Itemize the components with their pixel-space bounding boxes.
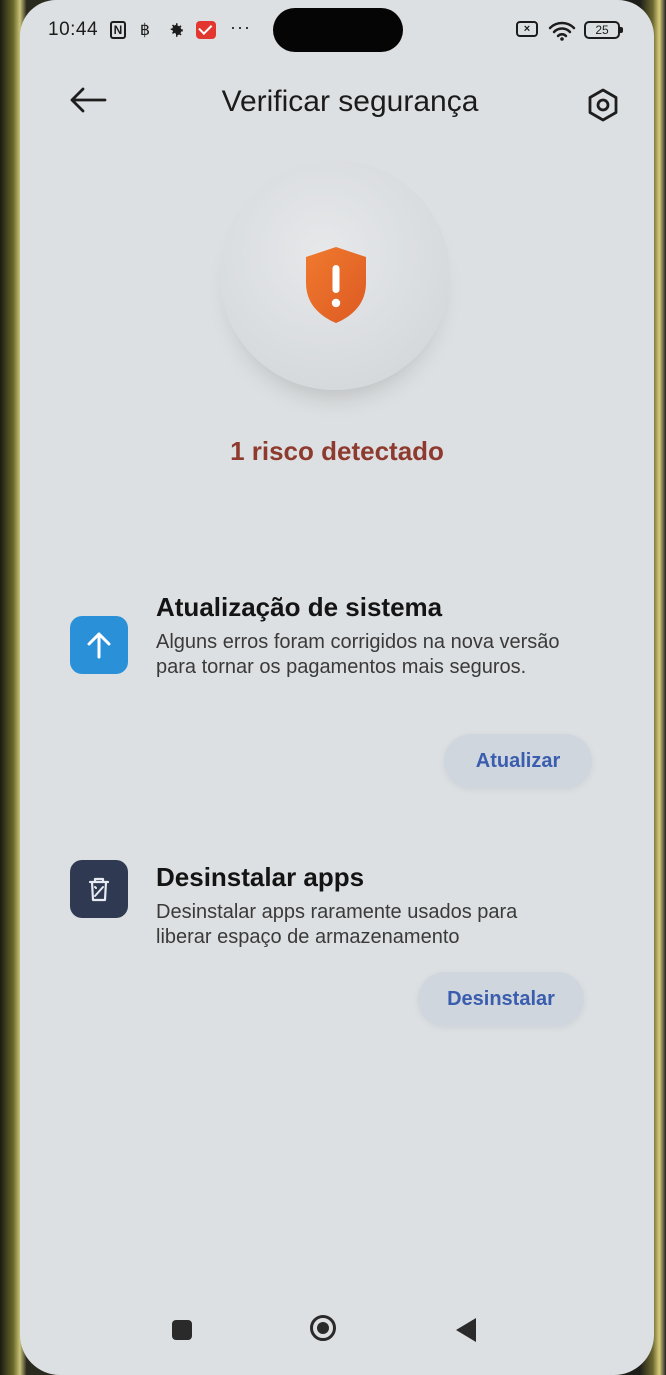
more-icon: ··· <box>230 17 251 37</box>
gear-icon <box>167 21 185 39</box>
list-item-uninstall-apps: Desinstalar apps Desinstalar apps rarame… <box>20 860 654 1042</box>
battery-saver-icon: × <box>516 21 538 37</box>
status-time: 10:44 <box>48 19 99 40</box>
item-description: Alguns erros foram corrigidos na nova ve… <box>156 631 560 678</box>
item-title: Atualização de sistema <box>156 592 443 622</box>
mail-icon <box>196 21 216 39</box>
hexagon-settings-icon <box>588 88 618 122</box>
list-item-system-update: Atualização de sistema Alguns erros fora… <box>20 592 654 802</box>
item-description: Desinstalar apps raramente usados para l… <box>156 901 518 948</box>
header: Verificar segurança <box>20 72 654 136</box>
uninstall-button[interactable]: Desinstalar <box>418 972 584 1026</box>
shield-warning-icon <box>303 245 369 325</box>
settings-button[interactable] <box>582 84 624 126</box>
screen: 10:44 N ฿ ··· × 25 Verificar segurança 1… <box>20 0 654 1375</box>
arrow-up-icon <box>70 616 128 674</box>
update-button[interactable]: Atualizar <box>444 734 592 788</box>
navigation-bar <box>20 1312 654 1352</box>
back-button[interactable] <box>64 82 112 118</box>
risk-status-text: 1 risco detectado <box>230 436 444 466</box>
home-icon[interactable] <box>310 1315 336 1341</box>
item-title: Desinstalar apps <box>156 862 365 892</box>
battery-icon: 25 <box>584 21 623 39</box>
recents-icon[interactable] <box>172 1320 192 1340</box>
wifi-icon <box>548 21 576 41</box>
page-title: Verificar segurança <box>221 85 479 118</box>
sim-icon: ฿ <box>139 22 151 39</box>
back-triangle-icon[interactable] <box>456 1318 476 1342</box>
trash-icon <box>70 860 128 918</box>
status-bar: 10:44 N ฿ ··· × 25 <box>20 16 654 48</box>
arrow-left-icon <box>70 87 107 113</box>
nfc-icon: N <box>110 21 126 39</box>
